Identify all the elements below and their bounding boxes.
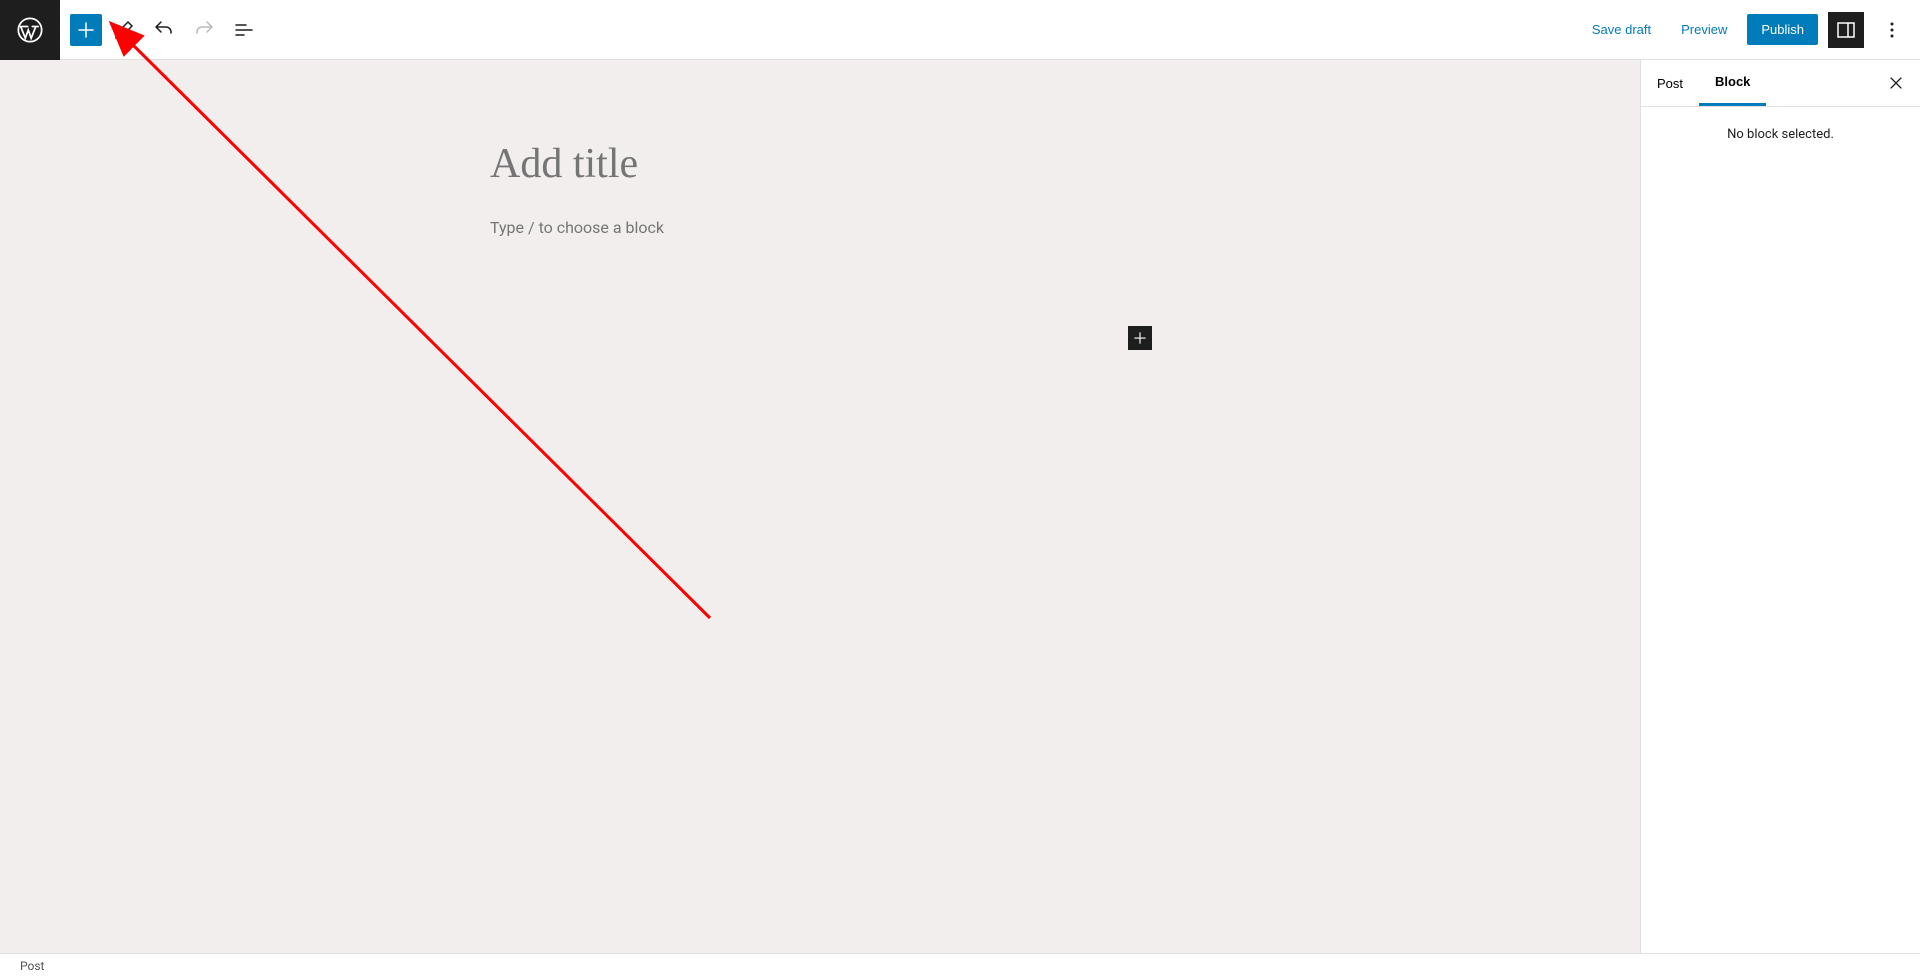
close-icon	[1886, 73, 1906, 93]
options-button[interactable]	[1874, 12, 1910, 48]
tools-button[interactable]	[106, 12, 142, 48]
publish-button[interactable]: Publish	[1747, 14, 1818, 45]
save-draft-button[interactable]: Save draft	[1582, 16, 1661, 43]
preview-button[interactable]: Preview	[1671, 16, 1737, 43]
list-view-icon	[232, 18, 256, 42]
tab-block[interactable]: Block	[1699, 60, 1766, 106]
document-overview-button[interactable]	[226, 12, 262, 48]
toolbar-right-group: Save draft Preview Publish	[1582, 12, 1920, 48]
sidebar-content: No block selected.	[1641, 107, 1920, 162]
plus-icon	[74, 18, 98, 42]
editor-canvas[interactable]: Add title Type / to choose a block	[0, 60, 1640, 953]
close-sidebar-button[interactable]	[1880, 67, 1912, 99]
more-vertical-icon	[1880, 18, 1904, 42]
undo-button[interactable]	[146, 12, 182, 48]
post-title-input[interactable]: Add title	[490, 140, 1150, 188]
no-block-message: No block selected.	[1727, 127, 1834, 142]
footer-breadcrumb-bar: Post	[0, 953, 1920, 977]
undo-icon	[152, 18, 176, 42]
inline-add-block-button[interactable]	[1128, 326, 1152, 350]
redo-button[interactable]	[186, 12, 222, 48]
sidebar-settings-icon	[1834, 18, 1858, 42]
toggle-block-inserter-button[interactable]	[70, 14, 102, 46]
wordpress-icon	[16, 16, 44, 44]
top-toolbar: Save draft Preview Publish	[0, 0, 1920, 60]
settings-toggle-button[interactable]	[1828, 12, 1864, 48]
sidebar-tabs: Post Block	[1641, 60, 1920, 107]
plus-icon	[1131, 329, 1149, 347]
post-body-placeholder[interactable]: Type / to choose a block	[490, 218, 1150, 237]
settings-sidebar: Post Block No block selected.	[1640, 60, 1920, 953]
pencil-icon	[112, 18, 136, 42]
tab-post[interactable]: Post	[1641, 62, 1699, 105]
redo-icon	[192, 18, 216, 42]
breadcrumb-item[interactable]: Post	[20, 959, 44, 973]
toolbar-left-group	[60, 12, 262, 48]
wordpress-logo-button[interactable]	[0, 0, 60, 60]
